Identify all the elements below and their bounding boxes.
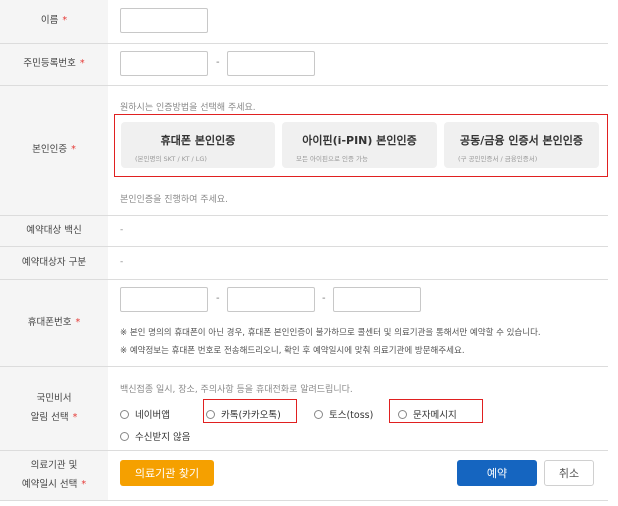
vaccine-label: 예약대상 백신 (0, 216, 108, 246)
ipin-auth-button[interactable]: 아이핀(i-PIN) 본인인증 모든 아이핀으로 인증 가능 (282, 122, 437, 168)
radio-naver-app[interactable]: 네이버앱 (120, 407, 170, 421)
reservation-form: 이름 * 주민등록번호 * - 본인인증 * 원하시는 인증방법을 선택해 주세요. … (0, 0, 618, 506)
reserve-button[interactable]: 예약 (457, 460, 537, 486)
radio-circle-icon[interactable] (120, 431, 129, 441)
radio-toss[interactable]: 토스(toss) (314, 407, 373, 421)
phone-auth-subtitle: (본인명의 SKT / KT / LG) (135, 155, 207, 163)
certificate-auth-button[interactable]: 공동/금융 인증서 본인인증 (구 공인인증서 / 금융인증서) (444, 122, 599, 168)
certificate-auth-title: 공동/금융 인증서 본인인증 (460, 134, 583, 147)
phone-last-input[interactable] (333, 287, 421, 312)
target-type-label: 예약대상자 구분 (0, 247, 108, 279)
separator: - (216, 293, 220, 304)
phone-auth-button[interactable]: 휴대폰 본인인증 (본인명의 SKT / KT / LG) (121, 122, 275, 168)
resident-number-row: 주민등록번호 * - (0, 44, 608, 86)
name-label: 이름 * (0, 0, 108, 43)
phone-note: ※ 본인 명의의 휴대폰이 아닌 경우, 휴대폰 본인인증이 불가하므로 콜센터… (120, 328, 541, 338)
required-mark: * (75, 316, 81, 328)
radio-circle-icon[interactable] (120, 409, 129, 419)
vaccine-value: - (120, 225, 124, 235)
required-mark: * (71, 144, 76, 156)
phone-first-input[interactable] (120, 287, 208, 312)
kakaotalk-highlight (203, 399, 297, 423)
notify-row: 국민비서 알림 선택 * 백신접종 일시, 장소, 주의사항 등을 휴대전화로 알… (0, 367, 608, 451)
cancel-button[interactable]: 취소 (544, 460, 594, 486)
radio-no-receive[interactable]: 수신받지 않음 (120, 429, 190, 443)
find-hospital-button[interactable]: 의료기관 찾기 (120, 460, 214, 486)
notify-guide: 백신접종 일시, 장소, 주의사항 등을 휴대전화로 알려드립니다. (120, 385, 353, 395)
resident-number-back-input[interactable] (227, 51, 315, 76)
phone-auth-title: 휴대폰 본인인증 (160, 134, 236, 147)
resident-number-front-input[interactable] (120, 51, 208, 76)
separator: - (322, 293, 326, 304)
phone-note: ※ 예약정보는 휴대폰 번호로 전송해드리오니, 확인 후 예약일시에 맞춰 의… (120, 346, 465, 356)
radio-circle-icon[interactable] (314, 409, 323, 419)
ipin-auth-title: 아이핀(i-PIN) 본인인증 (302, 134, 417, 147)
required-mark: * (62, 15, 68, 27)
sms-highlight (389, 399, 483, 423)
phone-label: 휴대폰번호 * (0, 280, 108, 366)
phone-middle-input[interactable] (227, 287, 315, 312)
separator: - (216, 57, 220, 68)
name-input[interactable] (120, 8, 208, 33)
vaccine-row: 예약대상 백신 - (0, 216, 608, 247)
identity-label: 본인인증 * (0, 86, 108, 215)
hospital-label: 의료기관 및 예약일시 선택 * (0, 451, 108, 500)
resident-number-label: 주민등록번호 * (0, 44, 108, 85)
certificate-auth-subtitle: (구 공인인증서 / 금융인증서) (458, 155, 538, 163)
target-type-row: 예약대상자 구분 - (0, 247, 608, 280)
required-mark: * (79, 58, 85, 70)
ipin-auth-subtitle: 모든 아이핀으로 인증 가능 (296, 155, 368, 163)
phone-row: 휴대폰번호 * - - ※ 본인 명의의 휴대폰이 아닌 경우, 휴대폰 본인인증… (0, 280, 608, 367)
target-type-value: - (120, 257, 124, 267)
required-mark: * (72, 411, 78, 423)
identity-options-highlight: 휴대폰 본인인증 (본인명의 SKT / KT / LG) 아이핀(i-PIN)… (114, 114, 608, 177)
identity-status: 본인인증을 진행하여 주세요. (120, 195, 228, 205)
hospital-row: 의료기관 및 예약일시 선택 * 의료기관 찾기 예약 취소 (0, 451, 608, 501)
notify-label: 국민비서 알림 선택 * (0, 367, 108, 450)
name-row: 이름 * (0, 0, 608, 44)
required-mark: * (81, 478, 87, 490)
identity-guide: 원하시는 인증방법을 선택해 주세요. (120, 103, 256, 113)
